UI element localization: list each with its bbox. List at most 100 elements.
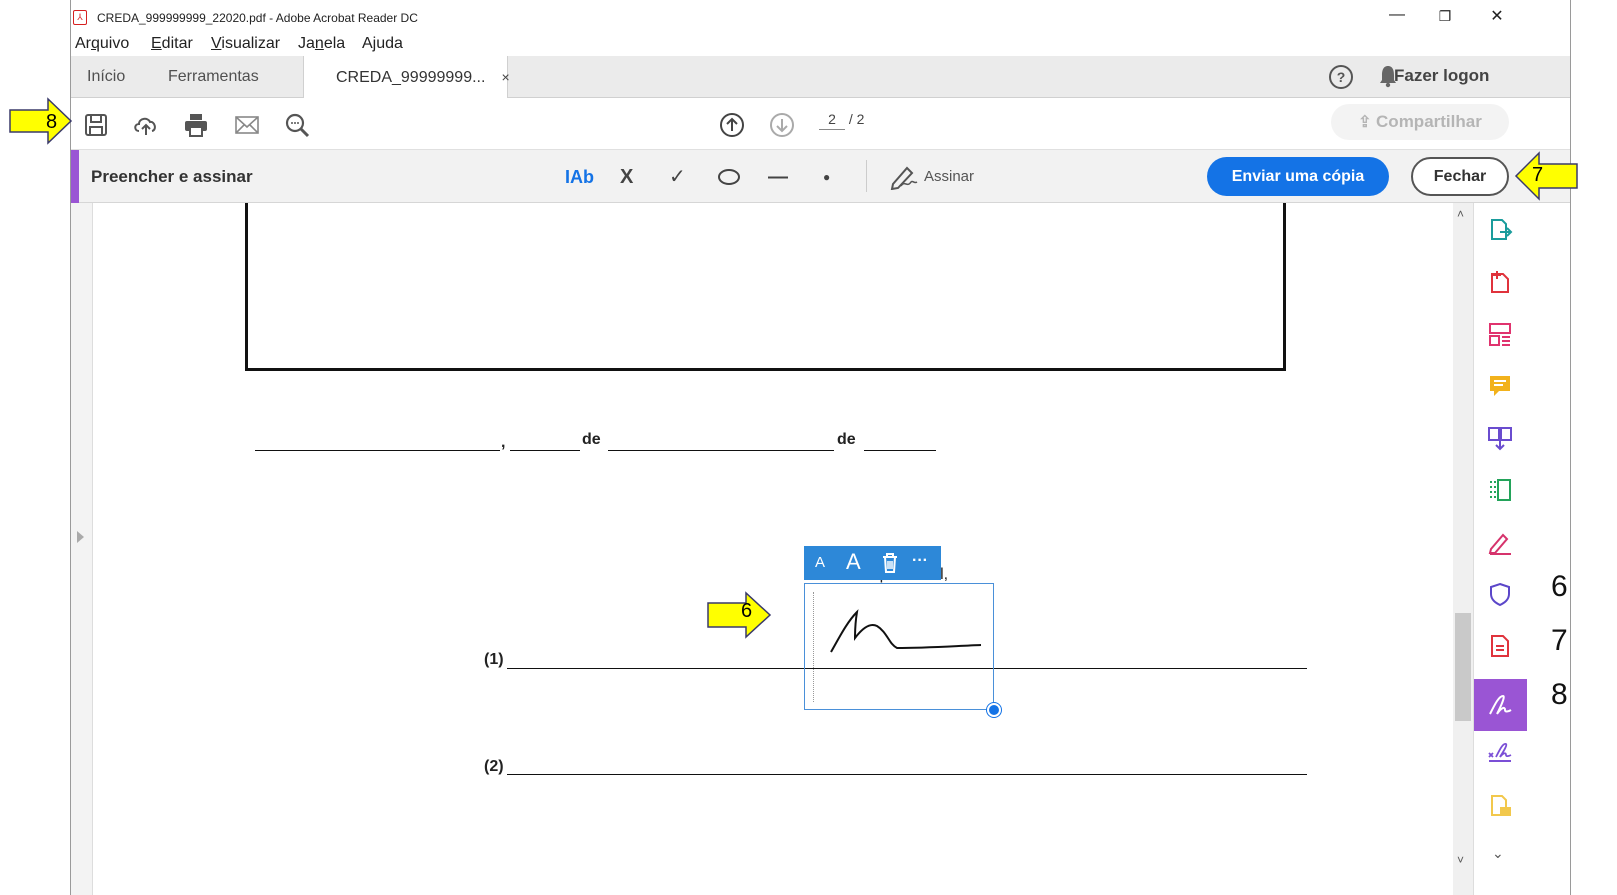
- tab-ferramentas[interactable]: Ferramentas: [168, 56, 259, 98]
- right-tools-pane: ⌄: [1473, 203, 1527, 895]
- checkmark-tool[interactable]: ✓: [669, 164, 686, 190]
- restore-button[interactable]: ❐: [1425, 8, 1465, 25]
- menu-editar-accel: E: [151, 35, 162, 52]
- callout-label-8: 8: [46, 111, 58, 133]
- menu-ajuda[interactable]: Ajuda: [362, 35, 403, 53]
- date-de-1: de: [582, 431, 601, 448]
- comment-icon[interactable]: [1487, 373, 1513, 399]
- login-button[interactable]: Fazer logon: [1394, 66, 1489, 86]
- export-pdf-icon[interactable]: [1487, 217, 1513, 243]
- title-bar: ⅄ CREDA_999999999_22020.pdf - Adobe Acro…: [71, 0, 1570, 34]
- side-number-8: 8: [1551, 678, 1568, 711]
- menu-ajuda-pre: A: [362, 35, 373, 52]
- tab-document[interactable]: CREDA_99999999... ×: [303, 56, 510, 99]
- sign-label[interactable]: Assinar: [924, 168, 974, 185]
- page-number-input[interactable]: 2: [819, 111, 845, 130]
- save-icon[interactable]: [81, 110, 111, 140]
- menu-arquivo-post: uivo: [99, 35, 130, 52]
- page-total: / 2: [848, 111, 865, 127]
- side-number-6: 6: [1551, 570, 1568, 603]
- menu-janela-post: ela: [323, 35, 346, 52]
- signature-caret: [813, 592, 814, 702]
- side-number-list: 6 7 8: [1551, 560, 1568, 722]
- signature-box[interactable]: [804, 583, 994, 710]
- email-icon[interactable]: [232, 110, 262, 140]
- signature-line-2: [507, 774, 1307, 775]
- menu-janela-accel: n: [314, 35, 324, 52]
- menu-editar[interactable]: Editar: [151, 35, 193, 53]
- decrease-size-button[interactable]: A: [815, 554, 825, 571]
- handwritten-signature: [830, 609, 982, 653]
- cross-mark-tool[interactable]: X: [620, 164, 633, 190]
- window-title: CREDA_999999999_22020.pdf - Adobe Acroba…: [97, 11, 418, 25]
- close-window-button[interactable]: ✕: [1477, 6, 1517, 26]
- menu-visualizar[interactable]: Visualizar: [211, 35, 280, 53]
- menu-janela-pre: Ja: [298, 35, 315, 52]
- organize-pages-icon[interactable]: [1487, 321, 1513, 347]
- menu-visualizar-accel: V: [211, 35, 222, 52]
- request-signature-icon[interactable]: [1487, 529, 1513, 555]
- callout-arrow-6: [707, 591, 772, 639]
- close-fill-sign-button[interactable]: Fechar: [1411, 157, 1509, 196]
- cloud-upload-icon[interactable]: [131, 110, 161, 140]
- share-button[interactable]: ⇪ Compartilhar: [1331, 104, 1509, 140]
- date-blank-month: [608, 450, 834, 451]
- circle-tool-icon[interactable]: [716, 164, 742, 190]
- sign-pen-icon[interactable]: [889, 162, 919, 190]
- menu-arquivo-pre: Ar: [75, 35, 91, 52]
- scroll-down-icon[interactable]: ˅: [1457, 853, 1464, 867]
- tools-scroll-down-icon[interactable]: ⌄: [1492, 845, 1504, 862]
- menu-arquivo[interactable]: Arquivo: [75, 35, 129, 53]
- expand-panel-icon[interactable]: [77, 531, 84, 543]
- page-navigator: 2 / 2: [819, 111, 864, 130]
- share-label: Compartilhar: [1376, 112, 1482, 131]
- dot-tool[interactable]: ●: [823, 164, 830, 190]
- fill-sign-icon: [1489, 694, 1512, 715]
- fill-sign-accent: [71, 150, 79, 203]
- more-options-button[interactable]: ···: [912, 552, 928, 570]
- left-panel[interactable]: [71, 203, 93, 895]
- fill-sign-title: Preencher e assinar: [91, 167, 253, 186]
- minimize-button[interactable]: —: [1377, 6, 1417, 24]
- date-blank-day: [510, 450, 580, 451]
- menu-bar: Arquivo Editar Visualizar Janela Ajuda: [71, 34, 1570, 56]
- more-tools-pdf-icon[interactable]: [1487, 633, 1513, 659]
- callout-arrow-8: [9, 97, 73, 145]
- tab-document-label: CREDA_99999999...: [336, 69, 486, 86]
- print-icon[interactable]: [181, 110, 211, 140]
- trash-icon[interactable]: [880, 552, 900, 574]
- date-de-2: de: [837, 431, 856, 448]
- callout-label-6: 6: [741, 600, 753, 622]
- scroll-up-icon[interactable]: ˄: [1457, 207, 1464, 221]
- tab-inicio[interactable]: Início: [87, 56, 125, 98]
- date-blank-city: [255, 450, 500, 451]
- page-up-icon[interactable]: [717, 110, 747, 140]
- share-icon: ⇪: [1358, 114, 1377, 131]
- callout-label-7: 7: [1532, 164, 1544, 186]
- search-zoom-icon[interactable]: [282, 110, 312, 140]
- send-copy-button[interactable]: Enviar uma cópia: [1207, 157, 1389, 196]
- tab-close-icon[interactable]: ×: [501, 69, 509, 85]
- vertical-scrollbar[interactable]: ˄ ˅: [1453, 203, 1473, 895]
- side-number-7: 7: [1551, 624, 1568, 657]
- create-pdf-icon[interactable]: [1487, 269, 1513, 295]
- page-down-icon[interactable]: [767, 110, 797, 140]
- help-icon[interactable]: ?: [1329, 65, 1353, 89]
- increase-size-button[interactable]: A: [846, 549, 861, 575]
- edit-pdf-icon[interactable]: [1487, 477, 1513, 503]
- line-tool[interactable]: —: [768, 164, 788, 190]
- acrobat-window: ⅄ CREDA_999999999_22020.pdf - Adobe Acro…: [70, 0, 1571, 895]
- toolbar-separator: [866, 160, 867, 192]
- certificate-sign-icon[interactable]: [1487, 739, 1513, 765]
- menu-ajuda-post: uda: [376, 35, 403, 52]
- callout-arrow-7: [1514, 151, 1578, 201]
- scroll-thumb[interactable]: [1455, 613, 1471, 721]
- combine-files-icon[interactable]: [1487, 425, 1513, 451]
- resize-handle[interactable]: [987, 703, 1001, 717]
- menu-janela[interactable]: Janela: [298, 35, 345, 53]
- protect-shield-icon[interactable]: [1487, 581, 1513, 607]
- fill-sign-active-item[interactable]: [1474, 679, 1527, 731]
- send-for-review-icon[interactable]: [1487, 793, 1513, 819]
- add-text-tool[interactable]: IAb: [565, 164, 594, 190]
- document-viewer[interactable]: , de de O/A Responsável, (1) (2): [93, 203, 1453, 895]
